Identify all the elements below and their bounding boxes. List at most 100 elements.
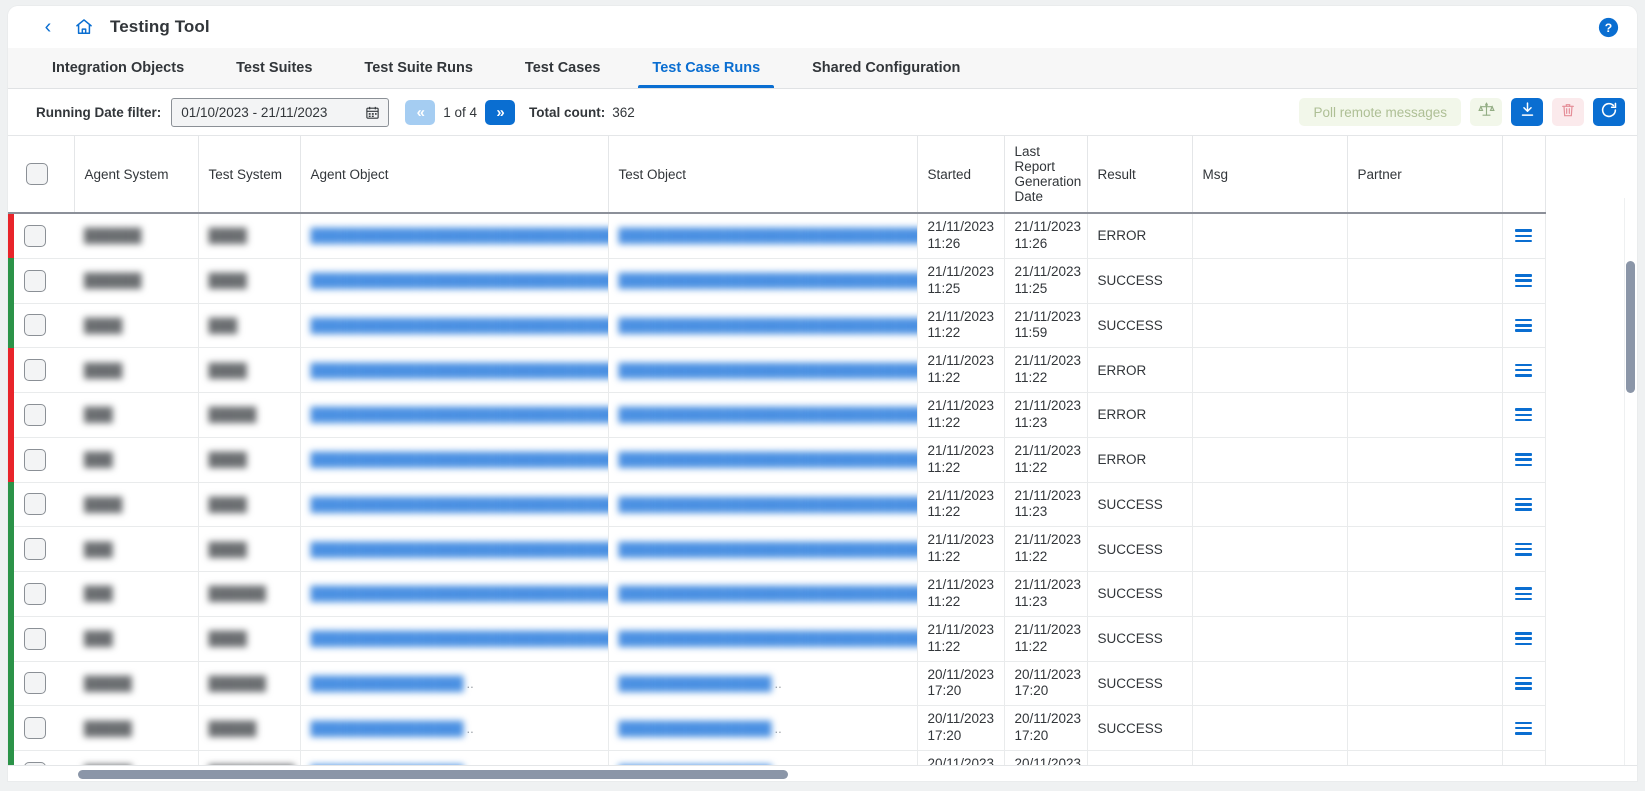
- redacted-link[interactable]: ██████████████████████████████████████: [619, 228, 917, 243]
- row-checkbox[interactable]: [24, 314, 46, 337]
- row-select-cell[interactable]: [14, 571, 74, 617]
- table-row[interactable]: ████████████████████████████████████████…: [8, 482, 1546, 528]
- table-row[interactable]: ██████████████████████████████████████ ██…: [8, 347, 1546, 393]
- redacted-link[interactable]: ████████████████: [311, 676, 464, 691]
- redacted-link[interactable]: ████████████████: [619, 676, 772, 691]
- cell-agent-object[interactable]: ██████████████████████████████████████..: [300, 526, 609, 572]
- horizontal-scrollbar-track[interactable]: [8, 765, 1637, 781]
- redacted-link[interactable]: ██████████████████████████████████████: [311, 542, 608, 557]
- row-menu-button[interactable]: [1513, 451, 1535, 469]
- cell-test-object[interactable]: ██████████████████████████████████████..: [608, 258, 918, 304]
- compare-button[interactable]: [1470, 98, 1502, 126]
- back-icon[interactable]: ‹: [38, 17, 58, 37]
- redacted-link[interactable]: ██████████████████████████████████████: [311, 586, 608, 601]
- row-checkbox[interactable]: [24, 224, 46, 247]
- tab-test-suites[interactable]: Test Suites: [210, 48, 338, 88]
- date-range-field[interactable]: [171, 97, 390, 127]
- row-checkbox[interactable]: [24, 538, 46, 561]
- table-row[interactable]: ████████████████████████████████████████…: [8, 213, 1546, 259]
- cell-test-object[interactable]: ████████████████..: [608, 750, 918, 765]
- row-checkbox[interactable]: [24, 672, 46, 695]
- row-menu-button[interactable]: [1513, 630, 1535, 648]
- column-agent-system[interactable]: Agent System: [74, 136, 199, 214]
- cell-agent-object[interactable]: ██████████████████████████████████████..: [300, 392, 609, 438]
- table-scroll-container[interactable]: Agent System Test System Agent Object Te…: [8, 135, 1637, 765]
- cell-test-object[interactable]: ████████████████..: [608, 661, 918, 707]
- table-row[interactable]: ████████████████████████████████████████…: [8, 571, 1546, 617]
- cell-row-actions[interactable]: [1502, 437, 1546, 483]
- cell-agent-object[interactable]: ██████████████████████████████████████..: [300, 616, 609, 662]
- row-menu-button[interactable]: [1513, 361, 1535, 379]
- table-row[interactable]: ████████████████████████████████████████…: [8, 392, 1546, 438]
- table-row[interactable]: ██████████████████████████████..████████…: [8, 750, 1546, 765]
- redacted-link[interactable]: ██████████████████████████████████████: [311, 452, 608, 467]
- cell-test-object[interactable]: ██████████████████████████████████████..: [608, 213, 918, 259]
- cell-agent-object[interactable]: ██████████████████████████████████████..: [300, 571, 609, 617]
- cell-row-actions[interactable]: [1502, 616, 1546, 662]
- vertical-scrollbar-track[interactable]: [1624, 198, 1637, 765]
- tab-integration-objects[interactable]: Integration Objects: [26, 48, 210, 88]
- redacted-link[interactable]: ██████████████████████████████████████: [311, 363, 608, 378]
- redacted-link[interactable]: ██████████████████████████████████████: [619, 407, 917, 422]
- cell-test-object[interactable]: ██████████████████████████████████████..: [608, 616, 918, 662]
- row-select-cell[interactable]: [14, 392, 74, 438]
- vertical-scrollbar-thumb[interactable]: [1626, 261, 1635, 393]
- redacted-link[interactable]: ██████████████████████████████████████: [619, 363, 917, 378]
- date-range-input[interactable]: [181, 104, 366, 120]
- cell-agent-object[interactable]: ████████████████..: [300, 661, 609, 707]
- redacted-link[interactable]: ██████████████████████████████████████: [619, 631, 917, 646]
- cell-agent-object[interactable]: ████████████████..: [300, 750, 609, 765]
- redacted-link[interactable]: ██████████████████████████████████████: [311, 273, 608, 288]
- row-menu-button[interactable]: [1513, 227, 1535, 245]
- row-menu-button[interactable]: [1513, 540, 1535, 558]
- redacted-link[interactable]: ██████████████████████████████████████: [311, 407, 608, 422]
- table-row[interactable]: ████████████████████████████████████████…: [8, 303, 1546, 349]
- column-result[interactable]: Result: [1087, 136, 1193, 214]
- redacted-link[interactable]: ██████████████████████████████████████: [619, 452, 917, 467]
- row-menu-button[interactable]: [1513, 674, 1535, 692]
- next-page-button[interactable]: »: [485, 99, 516, 125]
- cell-agent-object[interactable]: ████████████████..: [300, 705, 609, 751]
- row-checkbox[interactable]: [24, 403, 46, 426]
- redacted-link[interactable]: ██████████████████████████████████████: [619, 497, 917, 512]
- cell-agent-object[interactable]: ██████████████████████████████████████..: [300, 482, 609, 528]
- column-agent-object[interactable]: Agent Object: [300, 136, 609, 214]
- row-menu-button[interactable]: [1513, 272, 1535, 290]
- row-select-cell[interactable]: [14, 705, 74, 751]
- redacted-link[interactable]: ██████████████████████████████████████: [311, 631, 608, 646]
- delete-button[interactable]: [1552, 98, 1584, 126]
- column-started[interactable]: Started: [917, 136, 1005, 214]
- poll-remote-messages-button[interactable]: Poll remote messages: [1299, 98, 1461, 126]
- calendar-icon[interactable]: [365, 105, 380, 120]
- cell-row-actions[interactable]: [1502, 258, 1546, 304]
- row-checkbox[interactable]: [24, 269, 46, 292]
- row-menu-button[interactable]: [1513, 406, 1535, 424]
- cell-test-object[interactable]: ██████████████████████████████████████..: [608, 437, 918, 483]
- refresh-button[interactable]: [1593, 98, 1625, 126]
- row-checkbox[interactable]: [24, 627, 46, 650]
- cell-row-actions[interactable]: [1502, 750, 1546, 765]
- row-checkbox[interactable]: [24, 493, 46, 516]
- row-select-cell[interactable]: [14, 258, 74, 304]
- row-select-cell[interactable]: [14, 616, 74, 662]
- cell-test-object[interactable]: ██████████████████████████████████████..: [608, 526, 918, 572]
- row-checkbox[interactable]: [24, 717, 46, 740]
- cell-row-actions[interactable]: [1502, 482, 1546, 528]
- column-msg[interactable]: Msg: [1192, 136, 1348, 214]
- horizontal-scrollbar-thumb[interactable]: [78, 770, 788, 779]
- column-partner[interactable]: Partner: [1347, 136, 1503, 214]
- table-row[interactable]: █████ ██████ ████████████████.. ███████████…: [8, 661, 1546, 707]
- redacted-link[interactable]: ██████████████████████████████████████: [619, 318, 917, 333]
- cell-row-actions[interactable]: [1502, 705, 1546, 751]
- cell-agent-object[interactable]: ██████████████████████████████████████..: [300, 303, 609, 349]
- cell-test-object[interactable]: ████████████████..: [608, 705, 918, 751]
- cell-test-object[interactable]: ██████████████████████████████████████..: [608, 303, 918, 349]
- table-row[interactable]: ████████████████████████████████████████…: [8, 616, 1546, 662]
- cell-test-object[interactable]: ██████████████████████████████████████..: [608, 392, 918, 438]
- redacted-link[interactable]: ██████████████████████████████████████: [311, 497, 608, 512]
- download-button[interactable]: [1511, 98, 1543, 126]
- cell-agent-object[interactable]: ██████████████████████████████████████..: [300, 437, 609, 483]
- cell-test-object[interactable]: ██████████████████████████████████████..: [608, 482, 918, 528]
- row-select-cell[interactable]: [14, 437, 74, 483]
- redacted-link[interactable]: ██████████████████████████████████████: [311, 228, 608, 243]
